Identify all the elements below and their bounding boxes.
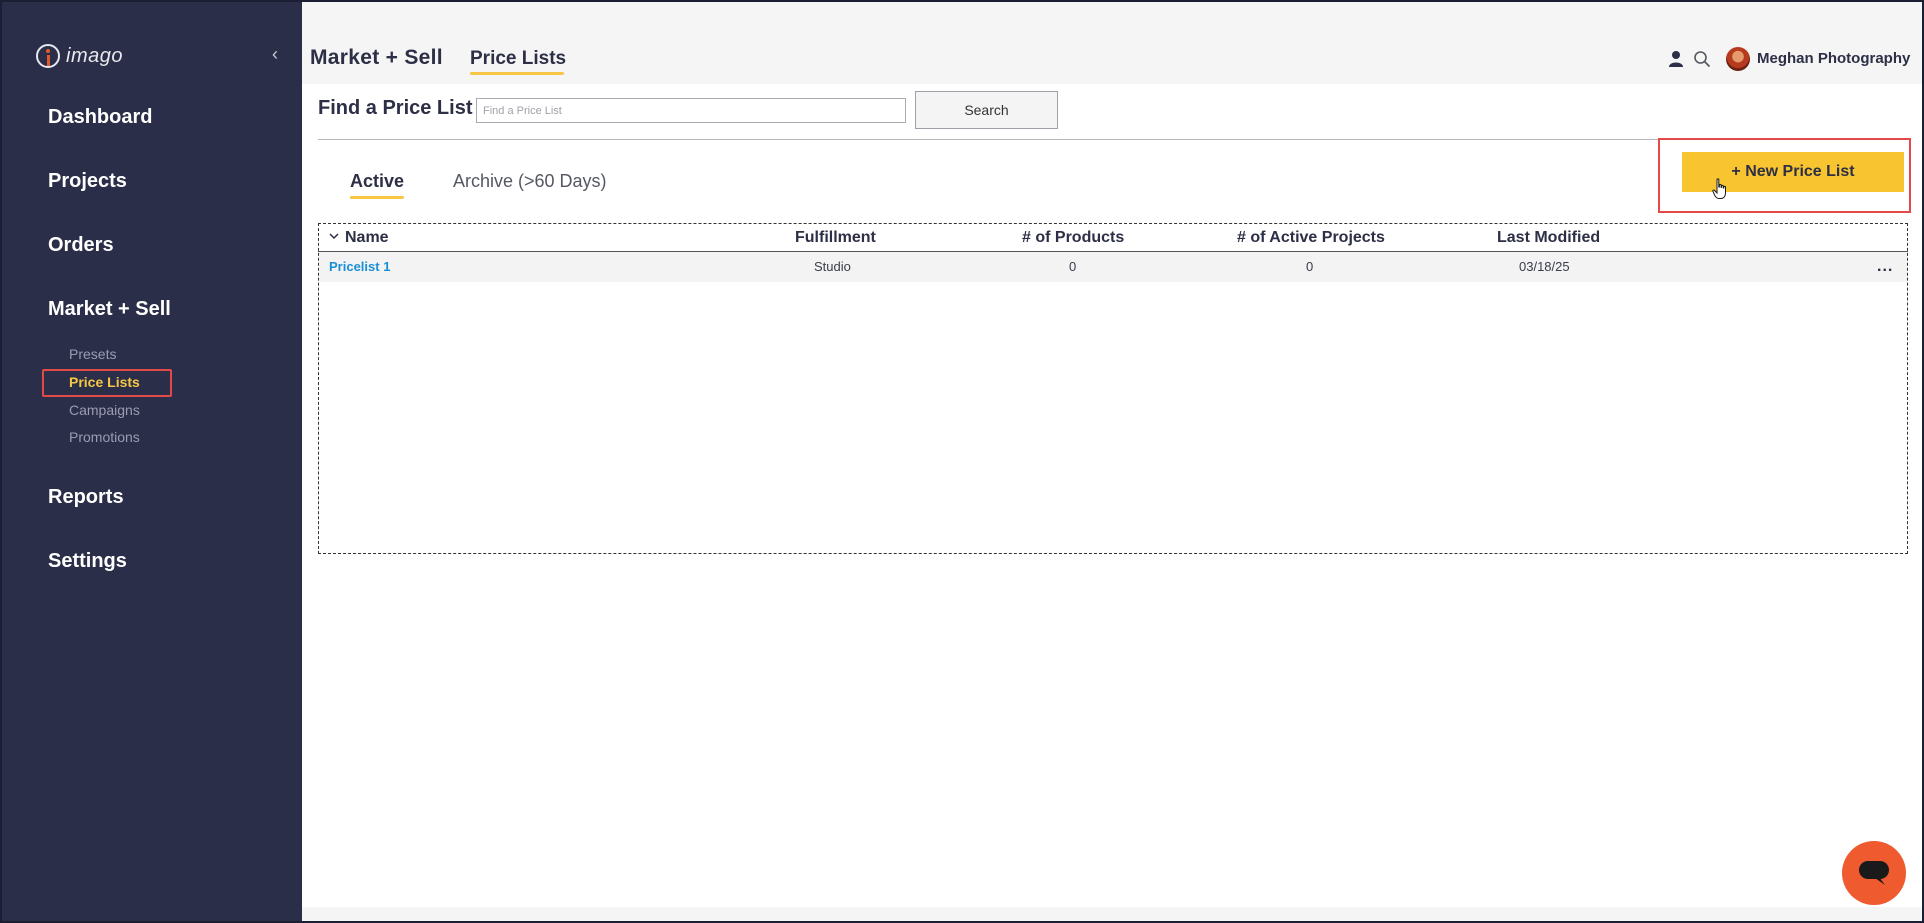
column-header-name[interactable]: Name (345, 229, 389, 247)
sidebar-item-projects[interactable]: Projects (48, 170, 127, 193)
bottom-strip (302, 907, 1922, 921)
row-active-projects: 0 (1306, 259, 1314, 274)
logo-text: imago (66, 44, 123, 67)
sidebar-item-market-sell[interactable]: Market + Sell (48, 298, 171, 321)
hand-cursor-icon (1712, 178, 1726, 199)
sidebar: imago ‹ Dashboard Projects Orders Market… (0, 0, 302, 923)
breadcrumb-page[interactable]: Price Lists (470, 48, 566, 70)
row-fulfillment: Studio (814, 259, 851, 274)
logo[interactable]: imago (36, 44, 123, 68)
table-row[interactable] (319, 252, 1907, 282)
sidebar-item-reports[interactable]: Reports (48, 486, 124, 509)
column-header-fulfillment[interactable]: Fulfillment (795, 229, 876, 247)
column-header-last-modified[interactable]: Last Modified (1497, 229, 1600, 247)
column-header-products[interactable]: # of Products (1022, 229, 1124, 247)
search-icon[interactable] (1693, 50, 1711, 68)
chat-icon (1859, 861, 1889, 885)
sidebar-subitem-promotions[interactable]: Promotions (69, 429, 140, 445)
sidebar-subitem-presets[interactable]: Presets (69, 346, 116, 362)
sort-chevron-icon[interactable] (329, 232, 339, 240)
breadcrumb-section[interactable]: Market + Sell (310, 46, 443, 70)
sidebar-item-orders[interactable]: Orders (48, 234, 114, 257)
chevron-left-icon[interactable]: ‹ (272, 44, 278, 65)
find-label: Find a Price List (318, 97, 473, 119)
tab-archive[interactable]: Archive (>60 Days) (453, 171, 607, 192)
highlight-box-price-lists (42, 369, 172, 397)
row-more-menu-icon[interactable]: ... (1877, 258, 1893, 276)
search-button[interactable]: Search (915, 91, 1058, 129)
search-input[interactable] (476, 98, 906, 123)
sidebar-subitem-campaigns[interactable]: Campaigns (69, 402, 140, 418)
logo-mark-icon (36, 44, 60, 68)
row-last-modified: 03/18/25 (1519, 259, 1570, 274)
user-icon[interactable] (1668, 50, 1684, 67)
tab-active-underline (350, 196, 404, 199)
breadcrumb-underline (470, 72, 564, 75)
avatar[interactable] (1726, 47, 1750, 71)
row-name-link[interactable]: Pricelist 1 (329, 259, 390, 274)
sidebar-item-dashboard[interactable]: Dashboard (48, 106, 152, 129)
tab-active[interactable]: Active (350, 171, 404, 192)
column-header-active-projects[interactable]: # of Active Projects (1237, 229, 1385, 247)
row-products: 0 (1069, 259, 1077, 274)
sidebar-item-settings[interactable]: Settings (48, 550, 127, 573)
user-name[interactable]: Meghan Photography (1757, 50, 1910, 67)
chat-button[interactable] (1842, 841, 1906, 905)
